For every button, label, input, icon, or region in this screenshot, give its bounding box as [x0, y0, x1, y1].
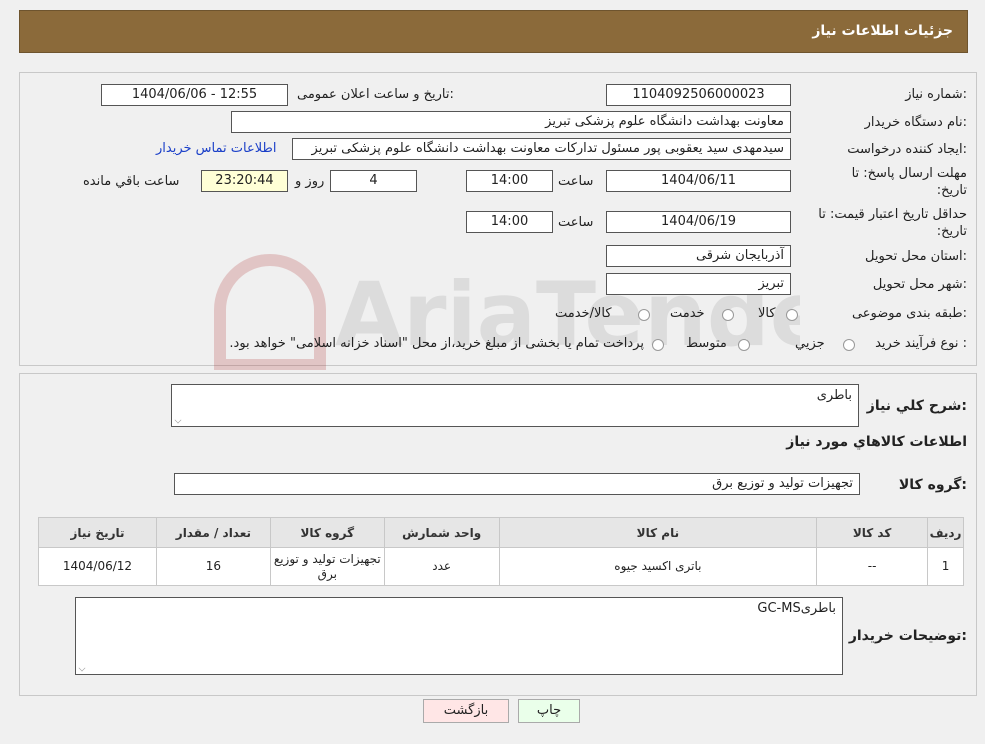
province-label: استان محل تحویل:: [865, 249, 967, 264]
page-header: جزئیات اطلاعات نیاز: [19, 10, 968, 53]
remaining-time-field: 23:20:44: [201, 170, 288, 192]
cell-row: 1: [927, 547, 964, 586]
reply-deadline-label: مهلت ارسال پاسخ: تا: [851, 166, 967, 181]
col-date: تاريخ نياز: [38, 517, 157, 548]
cell-name: باتری اکسید جیوه: [498, 547, 818, 586]
cell-group: تجهیزات تولید و توزیع برق: [269, 547, 385, 586]
table-header-row: رديف كد كالا نام كالا واحد شمارش گروه كا…: [38, 517, 964, 548]
buyer-org-field: معاونت بهداشت دانشگاه علوم پزشکی تبریز: [231, 111, 791, 133]
validity-label-2: تاریخ:: [936, 224, 967, 239]
creator-label: ایجاد کننده درخواست:: [847, 142, 967, 157]
process-radio-minor[interactable]: [843, 339, 855, 351]
goods-table-wrapper: رديف كد كالا نام كالا واحد شمارش گروه كا…: [38, 517, 964, 586]
days-field: 4: [330, 170, 417, 192]
cell-qty: 16: [155, 547, 271, 586]
cell-code: --: [816, 547, 929, 586]
description-label: شرح کلي نياز:: [866, 398, 967, 414]
need-number-label: شماره نیاز:: [905, 87, 967, 102]
category-radio-goods[interactable]: [786, 309, 798, 321]
city-label: شهر محل تحویل:: [872, 277, 967, 292]
buyer-contact-link[interactable]: اطلاعات تماس خریدار: [156, 141, 276, 156]
category-label: طبقه بندی موضوعی:: [851, 306, 967, 321]
validity-time-field: 14:00: [466, 211, 553, 233]
reply-deadline-label-2: تاریخ:: [936, 183, 967, 198]
process-radio-medium[interactable]: [738, 339, 750, 351]
process-note: پرداخت تمام یا بخشی از مبلغ خرید،از محل …: [229, 336, 644, 351]
col-unit: واحد شمارش: [383, 517, 500, 548]
buyer-notes-field[interactable]: باطریGC-MS: [75, 597, 843, 675]
city-field: تبریز: [606, 273, 791, 295]
category-radio-goods-service[interactable]: [638, 309, 650, 321]
cell-unit: عدد: [383, 547, 500, 586]
col-row: رديف: [927, 517, 964, 548]
col-code: كد كالا: [816, 517, 929, 548]
description-field[interactable]: باطری: [171, 384, 859, 427]
buyer-org-label: نام دستگاه خریدار:: [864, 115, 967, 130]
cell-date: 1404/06/12: [38, 547, 157, 586]
announce-field: 1404/06/06 - 12:55: [101, 84, 288, 106]
need-number-field: 1104092506000023: [606, 84, 791, 106]
process-option-medium: متوسط: [686, 336, 727, 351]
creator-field: سیدمهدی سید یعقوبی پور مسئول تدارکات معا…: [292, 138, 791, 160]
table-row: 1 -- باتری اکسید جیوه عدد تجهیزات تولید …: [38, 547, 964, 586]
goods-section-title: اطلاعات كالاهاي مورد نياز: [786, 434, 967, 450]
goods-group-label: گروه کالا:: [898, 477, 967, 493]
reply-date-field: 1404/06/11: [606, 170, 791, 192]
process-option-minor: جزیي: [795, 336, 825, 351]
category-option-goods: کالا: [758, 306, 776, 321]
category-option-service: خدمت: [670, 306, 705, 321]
page-title: جزئیات اطلاعات نیاز: [812, 23, 953, 39]
goods-table: رديف كد كالا نام كالا واحد شمارش گروه كا…: [38, 517, 964, 586]
goods-group-field: تجهیزات تولید و توزیع برق: [174, 473, 860, 495]
col-qty: تعداد / مقدار: [155, 517, 271, 548]
process-checkbox-treasury[interactable]: [652, 339, 664, 351]
col-group: گروه كالا: [269, 517, 385, 548]
category-option-goods-service: کالا/خدمت: [555, 306, 612, 321]
announce-label: تاریخ و ساعت اعلان عمومی:: [297, 87, 454, 102]
buyer-notes-label: توضیحات خریدار:: [848, 628, 967, 644]
validity-time-label: ساعت: [558, 215, 594, 230]
province-field: آذربایجان شرقی: [606, 245, 791, 267]
category-radio-service[interactable]: [722, 309, 734, 321]
reply-time-field: 14:00: [466, 170, 553, 192]
print-button[interactable]: چاپ: [518, 699, 580, 723]
remaining-label: ساعت باقي مانده: [83, 174, 180, 189]
col-name: نام كالا: [498, 517, 818, 548]
process-label: نوع فرآیند خرید :: [875, 336, 967, 351]
back-button[interactable]: بازگشت: [423, 699, 509, 723]
days-label: روز و: [295, 174, 325, 189]
validity-date-field: 1404/06/19: [606, 211, 791, 233]
reply-time-label: ساعت: [558, 174, 594, 189]
validity-label: حداقل تاریخ اعتبار قیمت: تا: [818, 207, 967, 222]
